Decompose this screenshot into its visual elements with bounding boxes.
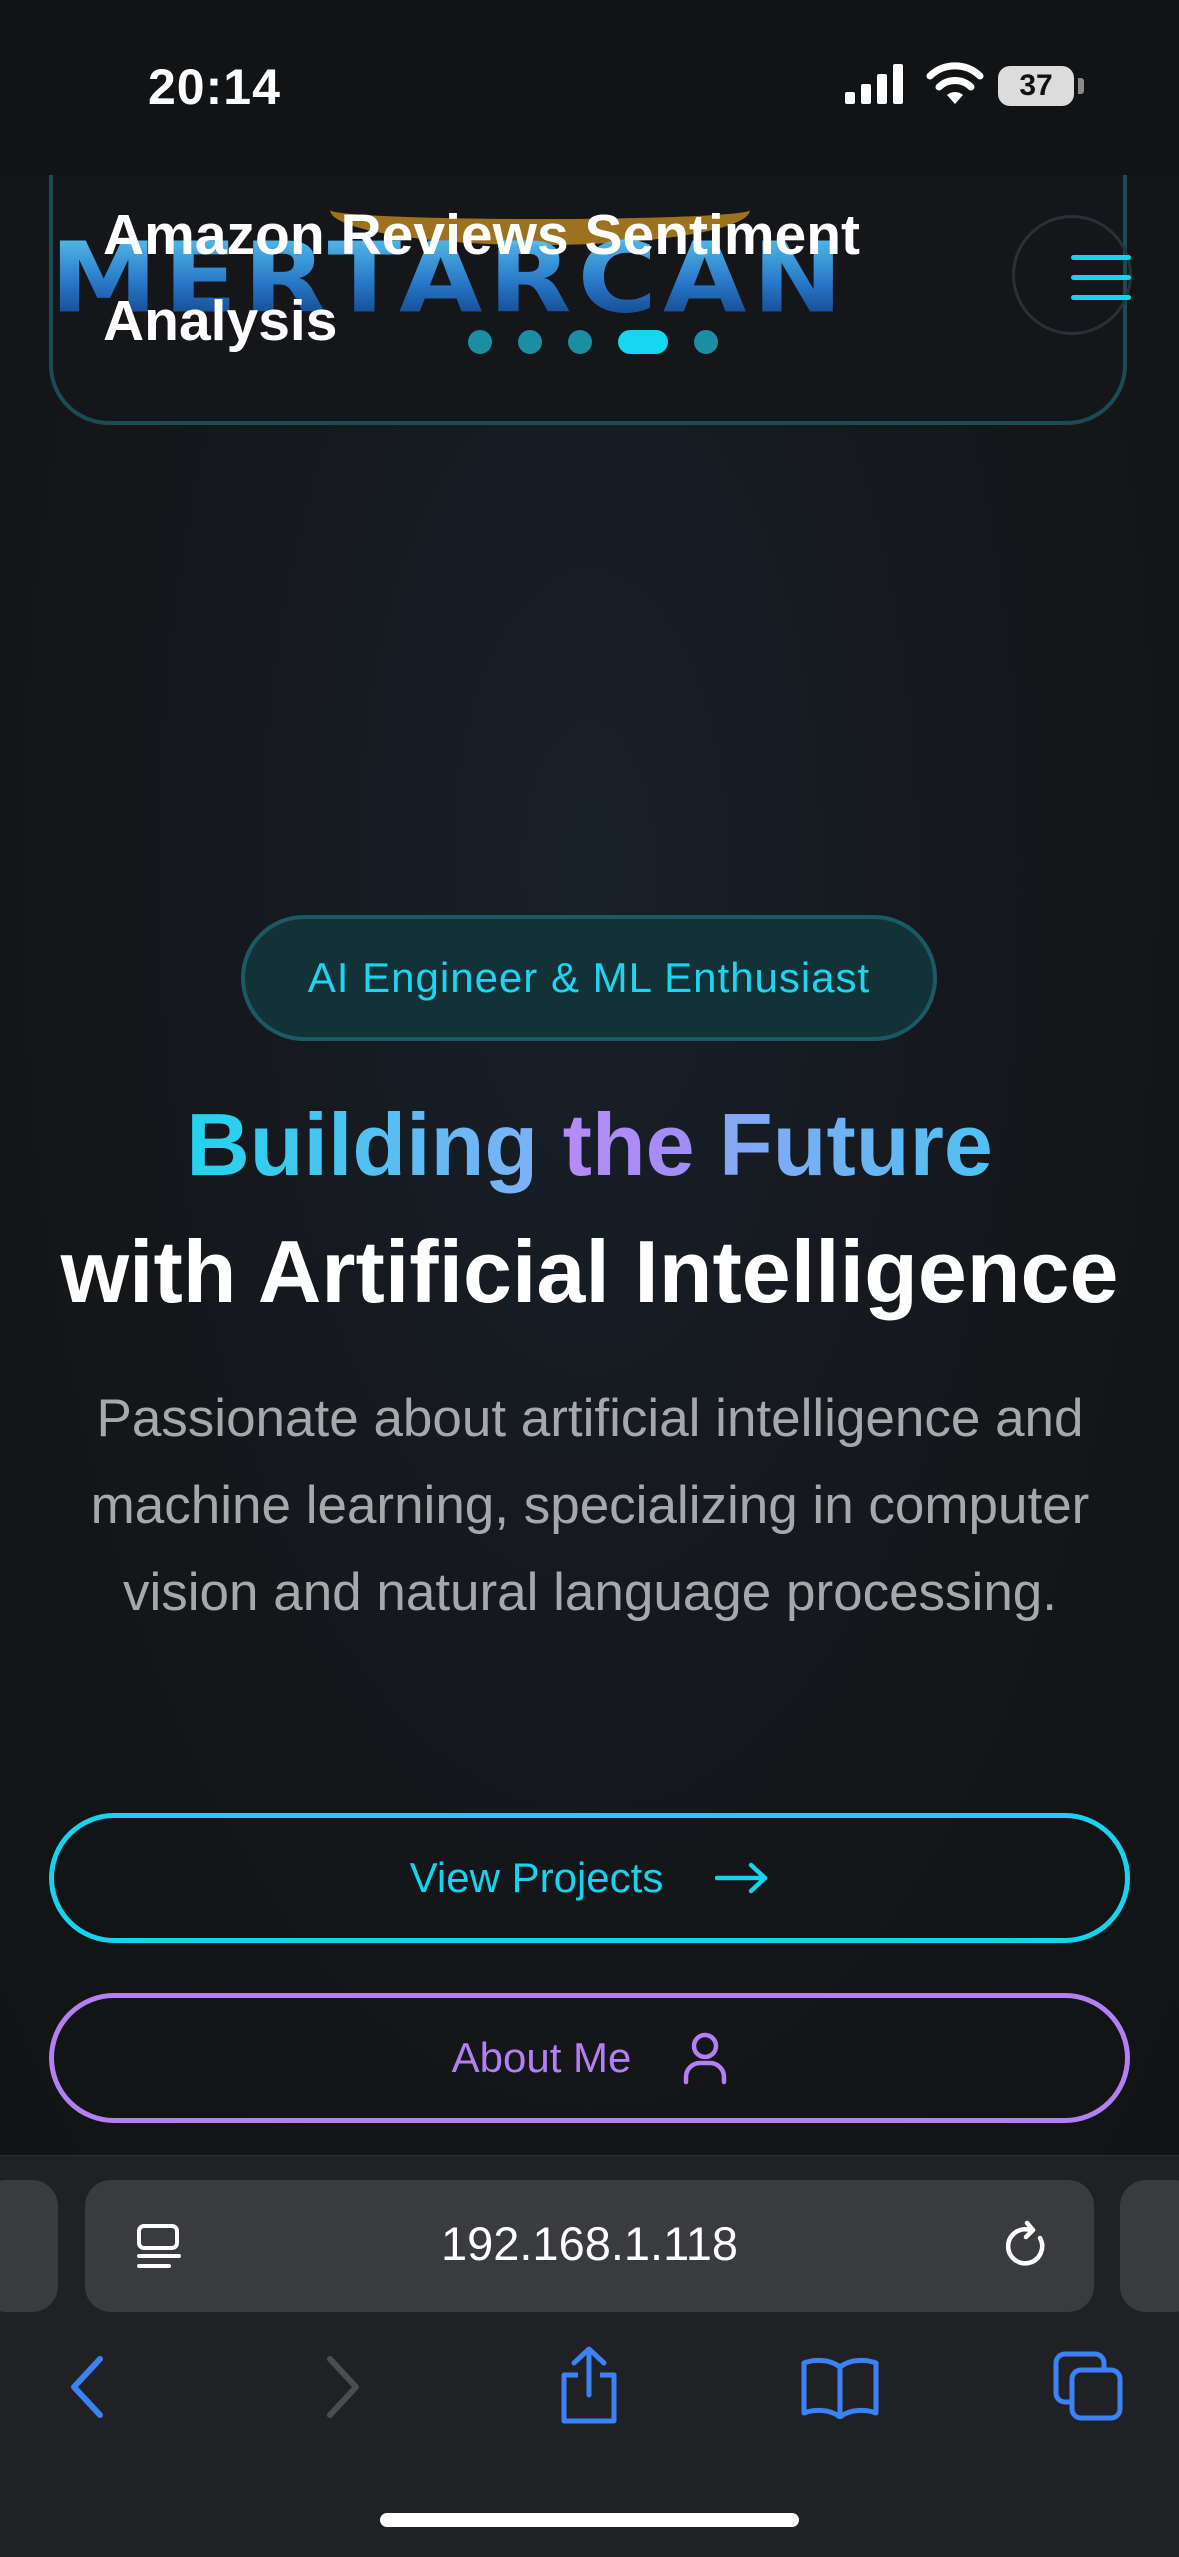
url-text: 192.168.1.118 <box>440 2217 739 2270</box>
headline-word: Building <box>186 1095 539 1194</box>
status-time: 20:14 <box>148 59 281 115</box>
view-projects-label: View Projects <box>409 1854 664 1901</box>
forward-icon[interactable] <box>320 2355 364 2419</box>
status-bar: 20:14 37 <box>0 0 1179 175</box>
carousel-dot[interactable] <box>468 330 492 354</box>
carousel-dot[interactable] <box>568 330 592 354</box>
menu-button[interactable] <box>1012 215 1132 335</box>
carousel-dot-active[interactable] <box>618 330 668 354</box>
tabs-icon[interactable] <box>1052 2350 1124 2422</box>
headline-word: Future <box>719 1095 993 1194</box>
carousel-dot[interactable] <box>694 330 718 354</box>
cellular-signal-icon <box>845 64 903 104</box>
next-tab-preview[interactable] <box>1120 2180 1179 2312</box>
headline-secondary: with Artificial Intelligence <box>60 1222 1119 1321</box>
bookmarks-icon[interactable] <box>800 2355 880 2419</box>
back-icon[interactable] <box>66 2355 110 2419</box>
previous-tab-preview[interactable] <box>0 2180 58 2312</box>
user-icon <box>684 2032 727 2085</box>
headline-primary: Building the Future <box>0 1095 1179 1195</box>
wifi-icon <box>926 62 984 104</box>
home-indicator[interactable] <box>380 2513 799 2527</box>
carousel-dot[interactable] <box>518 330 542 354</box>
hero-subtitle: Passionate about artificial intelligence… <box>90 1389 1090 1622</box>
view-projects-button[interactable]: View Projects <box>49 1813 1130 1943</box>
hamburger-icon <box>1071 255 1131 260</box>
battery-icon: 37 <box>998 66 1074 106</box>
about-me-button[interactable]: About Me <box>49 1993 1130 2123</box>
carousel-dots <box>468 330 744 354</box>
battery-tip <box>1078 78 1084 94</box>
address-bar[interactable]: 192.168.1.118 <box>85 2180 1094 2312</box>
hamburger-icon <box>1071 295 1131 300</box>
reload-icon[interactable] <box>1000 2220 1052 2272</box>
hamburger-icon <box>1071 275 1131 280</box>
role-badge: AI Engineer & ML Enthusiast <box>241 915 937 1041</box>
headline-word: the <box>562 1095 695 1194</box>
arrow-right-icon <box>715 1862 768 1894</box>
share-icon[interactable] <box>556 2345 622 2425</box>
about-me-label: About Me <box>451 2034 632 2081</box>
